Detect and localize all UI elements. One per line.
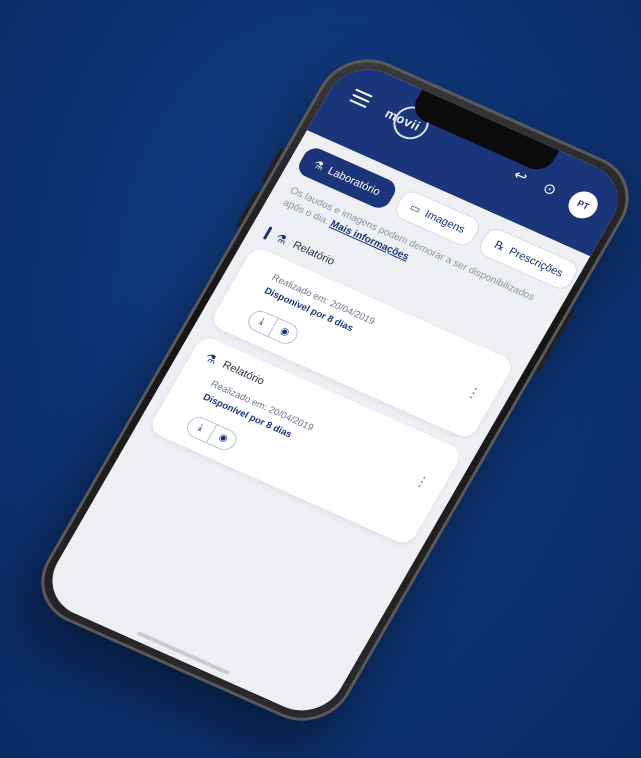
flask-icon: ⚗ <box>310 158 326 174</box>
result-actions: ⤓ ◉ <box>182 413 241 454</box>
tab-label: Prescrições <box>506 245 566 280</box>
flask-icon: ⚗ <box>202 350 220 368</box>
phone-mockup: movii ↩ ⊙ PT ⚗ Laboratório ▭ Imagens ℞ P… <box>23 44 641 736</box>
avatar[interactable]: PT <box>563 187 603 223</box>
section-indicator <box>262 226 273 240</box>
phone-screen: movii ↩ ⊙ PT ⚗ Laboratório ▭ Imagens ℞ P… <box>37 57 633 723</box>
help-icon[interactable]: ⊙ <box>537 178 562 201</box>
image-icon: ▭ <box>407 201 423 217</box>
prescription-icon: ℞ <box>491 239 508 254</box>
tab-label: Laboratório <box>325 164 383 198</box>
section-title: Relatório <box>290 239 337 268</box>
result-actions: ⤓ ◉ <box>244 307 302 348</box>
header-actions: ↩ ⊙ PT <box>505 161 603 223</box>
phone-body: movii ↩ ⊙ PT ⚗ Laboratório ▭ Imagens ℞ P… <box>23 44 641 736</box>
result-title: Relatório <box>220 359 267 388</box>
home-indicator[interactable] <box>136 630 230 676</box>
back-icon[interactable]: ↩ <box>507 165 532 188</box>
menu-icon[interactable] <box>349 88 373 109</box>
flask-icon: ⚗ <box>272 230 290 248</box>
tab-label: Imagens <box>422 207 468 236</box>
